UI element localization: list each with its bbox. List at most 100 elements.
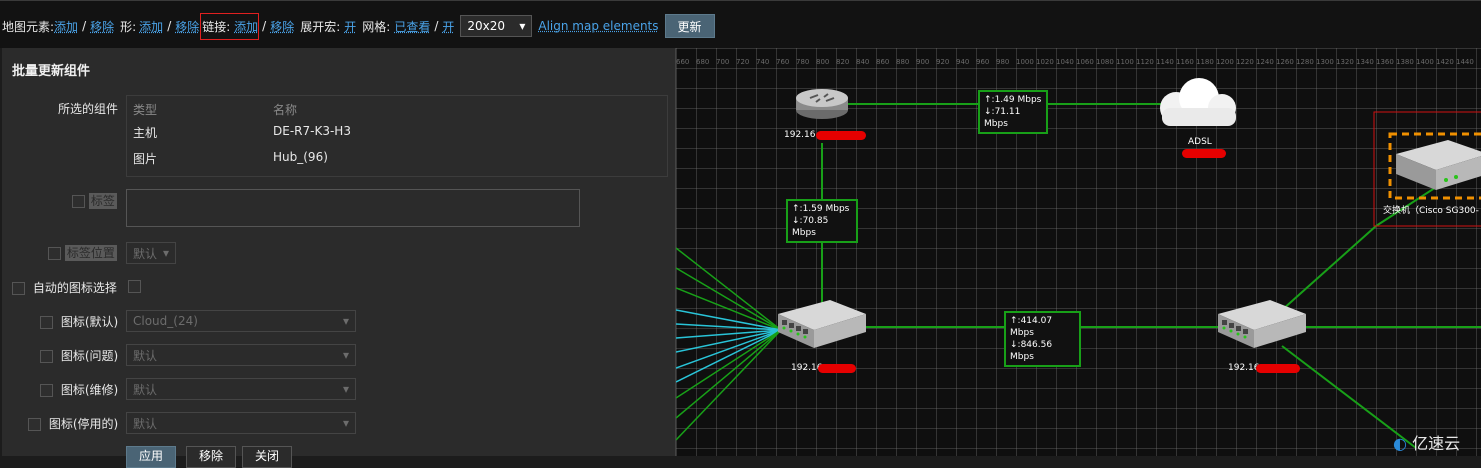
auto-icon-label: 自动的图标选择 [32,281,117,295]
icon-default-select[interactable]: Cloud_(24) ▾ [126,310,356,332]
separator: / [262,19,267,33]
label-location-label: 标签位置 [64,245,117,261]
icon-maintenance-row: 图标(维修) [40,381,118,398]
icon-maintenance-checkbox[interactable] [40,384,53,397]
column-type: 类型 [133,103,158,117]
label-label: 标签 [88,193,117,209]
close-button[interactable]: 关闭 [242,446,293,468]
hub2-label: 192.16 [1228,363,1260,373]
add-shape-link[interactable]: 添加 [139,18,163,35]
router-label: 192.16 [784,130,816,140]
update-button[interactable]: 更新 [664,14,715,38]
fanout-links [676,247,782,441]
auto-icon-checkbox[interactable] [12,282,25,295]
link-upload: ↑:1.49 Mbps [984,95,1042,105]
icon-problem-checkbox[interactable] [40,350,53,363]
icon-disabled-row: 图标(停用的) [28,415,118,432]
link-download: ↓:71.11 Mbps [984,107,1021,129]
label-checkbox[interactable] [72,195,85,208]
switch-icon [1396,140,1481,190]
dropdown-arrow-icon: ▾ [162,246,169,260]
adsl-label: ADSL [1188,137,1212,147]
add-link-link[interactable]: 添加 [234,20,258,34]
link-download: ↓:70.85 Mbps [792,216,829,238]
links-highlight: 链接: 添加 [200,12,260,40]
remove-button[interactable]: 移除 [186,446,237,468]
grid-shown-toggle[interactable]: 已查看 [394,18,430,35]
icon-disabled-value: 默认 [133,416,158,431]
link-label-router-hub1[interactable]: ↑:1.59 Mbps ↓:70.85 Mbps [786,199,858,243]
icon-default-value: Cloud_(24) [133,314,198,328]
table-header: 类型 名称 [133,101,297,118]
router-icon [796,89,848,119]
link-label-hub1-hub2[interactable]: ↑:414.07 Mbps ↓:846.56 Mbps [1004,311,1081,367]
column-name: 名称 [273,103,298,117]
selected-elements-table: 类型 名称 主机 DE-R7-K3-H3 图片 Hub_(96) [126,95,668,177]
label-textarea[interactable] [126,189,580,227]
panel-title: 批量更新组件 [12,64,91,79]
add-element-link[interactable]: 添加 [54,18,78,35]
row-name: Hub_(96) [273,150,328,164]
icon-problem-label: 图标(问题) [60,349,119,363]
icon-disabled-checkbox[interactable] [28,418,41,431]
link-hub2-switch [1281,225,1377,311]
icon-maintenance-select[interactable]: 默认 ▾ [126,378,356,400]
align-elements-link[interactable]: Align map elements [538,19,658,33]
dropdown-arrow-icon: ▾ [342,416,349,430]
label-location-row: 标签位置 [48,244,117,261]
hub-icon [778,300,866,348]
table-row: 主机 DE-R7-K3-H3 [133,124,351,141]
mass-update-panel: 批量更新组件 所选的组件 类型 名称 主机 DE-R7-K3-H3 图片 Hub… [2,48,676,468]
separator: / [167,19,172,33]
map-links-layer [676,78,1481,449]
apply-button[interactable]: 应用 [126,446,177,468]
remove-shape-link[interactable]: 移除 [175,18,199,35]
dropdown-arrow-icon: ▾ [342,382,349,396]
remove-link-link[interactable]: 移除 [270,18,294,35]
map-toolbar: 地图元素: 添加 / 移除 形: 添加 / 移除 链接: 添加 / 移除 展开宏… [0,0,1481,48]
icon-problem-row: 图标(问题) [40,347,118,364]
remove-element-link[interactable]: 移除 [90,18,114,35]
label-location-value: 默认 [133,246,158,261]
link-label-router-adsl[interactable]: ↑:1.49 Mbps ↓:71.11 Mbps [978,90,1048,134]
hub-icon [1218,300,1306,348]
link-download: ↓:846.56 Mbps [1010,340,1053,362]
row-type: 主机 [133,126,158,140]
map-canvas[interactable]: 660 680 700 720 740 760 780 800 820 840 860 880 900 9… [676,48,1481,456]
separator: / [82,19,87,33]
dropdown-arrow-icon: ▾ [519,19,526,33]
icon-disabled-label: 图标(停用的) [48,417,119,431]
expand-macros-toggle[interactable]: 开 [344,18,356,35]
icon-default-checkbox[interactable] [40,316,53,329]
link-upload: ↑:1.59 Mbps [792,204,850,214]
label-row: 标签 [72,192,117,209]
grid-on-toggle[interactable]: 开 [442,18,454,35]
switch-label: 交换机（Cisco SG300- [1383,206,1479,216]
label-location-select[interactable]: 默认 ▾ [126,242,176,264]
watermark-text: 亿速云 [1412,434,1461,453]
redaction-mark [1256,364,1300,373]
icon-default-row: 图标(默认) [40,313,118,330]
auto-icon-row: 自动的图标选择 [12,279,117,296]
icon-maintenance-label: 图标(维修) [60,383,119,397]
expand-macros-label: 展开宏: [300,19,341,34]
links-label: 链接: [202,19,231,34]
watermark-logo-icon: ◐ [1393,434,1407,453]
icon-default-label: 图标(默认) [60,315,119,329]
icon-problem-value: 默认 [133,348,158,363]
row-name: DE-R7-K3-H3 [273,124,351,138]
redaction-mark [816,131,866,140]
link-upload: ↑:414.07 Mbps [1010,316,1053,338]
redaction-mark [818,364,856,373]
table-row: 图片 Hub_(96) [133,150,328,167]
icon-problem-select[interactable]: 默认 ▾ [126,344,356,366]
map-elements-label: 地图元素: [2,19,55,34]
dropdown-arrow-icon: ▾ [342,348,349,362]
selected-elements-label: 所选的组件 [58,102,119,116]
icon-disabled-select[interactable]: 默认 ▾ [126,412,356,434]
separator: / [434,19,439,33]
grid-size-select[interactable]: 20x20 ▾ [460,15,533,37]
auto-icon-value-checkbox[interactable] [128,280,141,293]
label-location-checkbox[interactable] [48,247,61,260]
redaction-mark [1182,149,1226,158]
